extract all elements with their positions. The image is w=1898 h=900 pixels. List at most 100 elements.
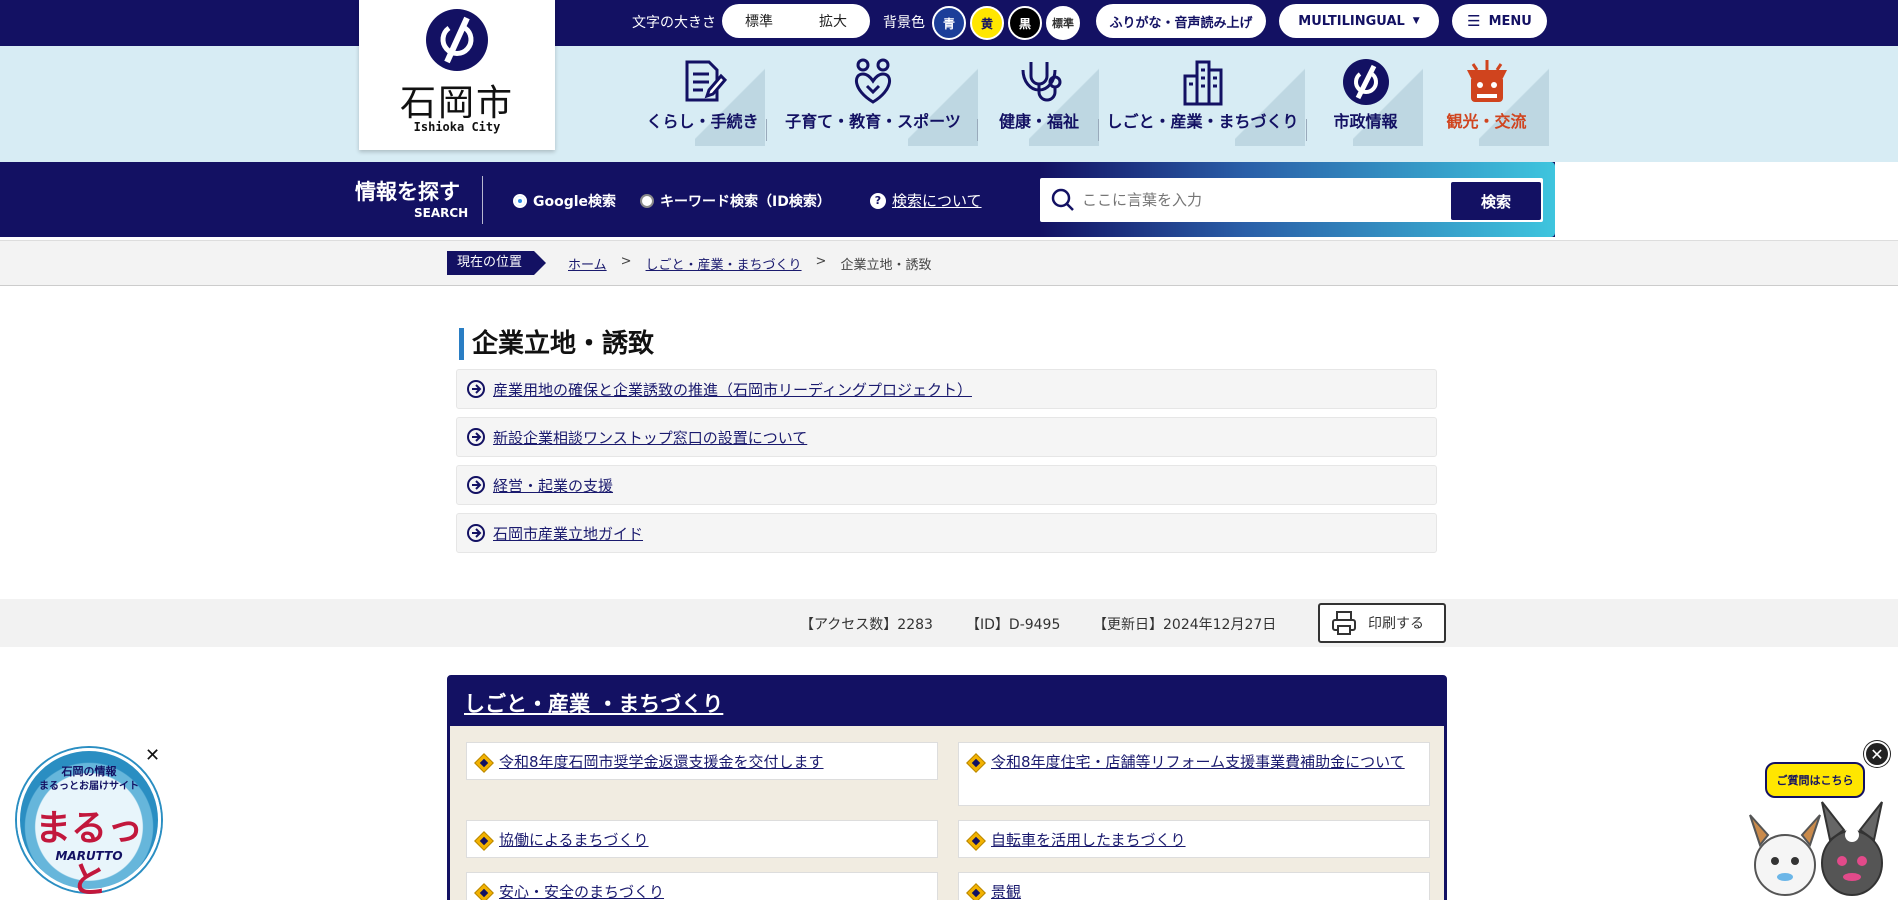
category-item: 安心・安全のまちづくり xyxy=(466,872,938,900)
page-link[interactable]: 産業用地の確保と企業誘致の推進（石岡市リーディングプロジェクト） xyxy=(493,379,972,400)
list-item: 新設企業相談ワンストップ窓口の設置について xyxy=(456,417,1437,457)
category-title-link[interactable]: しごと・産業 ・まちづくり xyxy=(464,692,723,716)
bg-color-yellow-button[interactable]: 黄 xyxy=(970,6,1004,40)
city-emblem-icon xyxy=(1342,59,1389,105)
caret-down-icon: ▼ xyxy=(1412,16,1420,26)
bg-color-standard-button[interactable]: 標準 xyxy=(1046,6,1080,40)
font-size-standard-button[interactable]: 標準 xyxy=(745,11,773,31)
print-label: 印刷する xyxy=(1368,616,1424,632)
arrow-circle-icon xyxy=(467,428,485,446)
diamond-bullet-icon xyxy=(474,883,494,900)
page-link[interactable]: 石岡市産業立地ガイド xyxy=(493,523,643,544)
link-list: 産業用地の確保と企業誘致の推進（石岡市リーディングプロジェクト） 新設企業相談ワ… xyxy=(456,369,1437,561)
bg-color-black-button[interactable]: 黒 xyxy=(1008,6,1042,40)
search-divider xyxy=(482,176,483,224)
radio-keyword-search[interactable]: キーワード検索（ID検索） xyxy=(640,191,831,211)
breadcrumb-band xyxy=(0,240,1898,286)
category-item: 協働によるまちづくり xyxy=(466,820,938,858)
search-title: 情報を探す xyxy=(355,180,460,204)
bg-color-blue-button[interactable]: 青 xyxy=(932,6,966,40)
breadcrumb-separator: > xyxy=(815,254,827,269)
category-link[interactable]: 協働によるまちづくり xyxy=(499,831,649,849)
nav-label: 子育て・教育・スポーツ xyxy=(785,112,961,131)
category-item: 令和8年度住宅・店舗等リフォーム支援事業費補助金について xyxy=(958,742,1430,806)
search-subtitle: SEARCH xyxy=(414,206,469,220)
category-item: 自転車を活用したまちづくり xyxy=(958,820,1430,858)
font-size-large-button[interactable]: 拡大 xyxy=(819,11,847,31)
logo-name: 石岡市 xyxy=(399,83,514,124)
font-size-switch: 標準 拡大 xyxy=(722,4,870,38)
page-title: 企業立地・誘致 xyxy=(459,328,654,360)
logo-name-en: Ishioka City xyxy=(413,120,501,134)
nav-divider xyxy=(1306,119,1307,141)
category-item: 令和8年度石岡市奨学金返還支援金を交付します xyxy=(466,742,938,780)
arrow-circle-icon xyxy=(467,380,485,398)
lion-mask-icon xyxy=(1466,60,1507,102)
page-id: 【ID】D-9495 xyxy=(966,617,1061,633)
nav-divider xyxy=(1098,119,1099,141)
mascot-characters-icon[interactable] xyxy=(1740,795,1895,900)
nav-item-kurashi[interactable]: くらし・手続き xyxy=(640,46,765,146)
diamond-bullet-icon xyxy=(966,831,986,851)
diamond-bullet-icon xyxy=(966,883,986,900)
category-item: 景観 xyxy=(958,872,1430,900)
arrow-circle-icon xyxy=(467,524,485,542)
nav-item-kenko[interactable]: 健康・福祉 xyxy=(979,46,1099,146)
nav-label: しごと・産業・まちづくり xyxy=(1106,112,1299,131)
diamond-bullet-icon xyxy=(966,753,986,773)
multilingual-button[interactable]: MULTILINGUAL ▼ xyxy=(1279,4,1439,38)
radio-checked-icon xyxy=(513,194,527,208)
list-item: 産業用地の確保と企業誘致の推進（石岡市リーディングプロジェクト） xyxy=(456,369,1437,409)
radio-google-search[interactable]: Google検索 xyxy=(513,191,616,211)
multilingual-label: MULTILINGUAL xyxy=(1298,13,1405,29)
furigana-button[interactable]: ふりがな・音声読み上げ xyxy=(1096,4,1266,38)
page-link[interactable]: 新設企業相談ワンストップ窓口の設置について xyxy=(493,427,807,448)
site-logo[interactable]: 石岡市 Ishioka City xyxy=(359,0,555,150)
category-link[interactable]: 景観 xyxy=(991,883,1021,900)
category-panel: しごと・産業 ・まちづくり 令和8年度石岡市奨学金返還支援金を交付します 令和8… xyxy=(447,675,1447,900)
nav-label: 健康・福祉 xyxy=(998,112,1079,131)
breadcrumb-here-label: 現在の位置 xyxy=(447,251,547,275)
category-link[interactable]: 自転車を活用したまちづくり xyxy=(991,831,1186,849)
question-icon: ? xyxy=(870,192,886,209)
category-header: しごと・産業 ・まちづくり xyxy=(450,678,1444,726)
nav-label: くらし・手続き xyxy=(646,112,759,131)
category-link[interactable]: 安心・安全のまちづくり xyxy=(499,883,664,900)
access-count: 【アクセス数】2283 xyxy=(800,617,933,633)
radio-keyword-label: キーワード検索（ID検索） xyxy=(660,194,831,210)
breadcrumb-separator: > xyxy=(620,254,632,269)
breadcrumb-category[interactable]: しごと・産業・まちづくり xyxy=(646,254,802,273)
updated-date: 【更新日】2024年12月27日 xyxy=(1093,617,1277,633)
marutto-site-banner[interactable]: 石岡の情報 まるっとお届けサイト まるっと MARUTTO xyxy=(17,748,161,900)
global-nav: くらし・手続き 子育て・教育・スポーツ 健康・福祉 しごと・産業・まちづくり 市… xyxy=(0,46,1898,162)
menu-label: MENU xyxy=(1488,13,1532,29)
search-button[interactable]: 検索 xyxy=(1451,182,1541,220)
category-link[interactable]: 令和8年度住宅・店舗等リフォーム支援事業費補助金について xyxy=(991,753,1405,771)
nav-item-kosodate[interactable]: 子育て・教育・スポーツ xyxy=(768,46,978,146)
category-link[interactable]: 令和8年度石岡市奨学金返還支援金を交付します xyxy=(499,753,824,771)
chat-button[interactable]: ご質問はこちら xyxy=(1765,762,1865,798)
breadcrumb-home[interactable]: ホーム xyxy=(568,254,607,273)
chat-close-icon[interactable]: ✕ xyxy=(1864,741,1890,767)
nav-item-shigoto[interactable]: しごと・産業・まちづくり xyxy=(1100,46,1305,146)
stethoscope-icon xyxy=(1021,62,1062,102)
search-input[interactable] xyxy=(1082,184,1432,216)
nav-label: 市政情報 xyxy=(1333,112,1398,131)
close-icon[interactable]: ✕ xyxy=(145,745,160,766)
page-link[interactable]: 経営・起業の支援 xyxy=(493,475,613,496)
search-icon xyxy=(1051,188,1074,211)
nav-item-kanko[interactable]: 観光・交流 xyxy=(1424,46,1549,146)
menu-button[interactable]: ☰ MENU xyxy=(1452,4,1547,38)
arrow-circle-icon xyxy=(467,476,485,494)
search-help-label: 検索について xyxy=(892,192,982,210)
family-heart-icon xyxy=(854,58,892,104)
print-button[interactable]: 印刷する xyxy=(1318,603,1446,643)
list-item: 経営・起業の支援 xyxy=(456,465,1437,505)
diamond-bullet-icon xyxy=(474,753,494,773)
nav-item-shisei[interactable]: 市政情報 xyxy=(1308,46,1423,146)
city-emblem-icon xyxy=(426,9,488,71)
search-help-link[interactable]: ? 検索について xyxy=(870,190,982,211)
nav-divider xyxy=(766,119,767,141)
nav-shade xyxy=(908,66,978,146)
hamburger-icon: ☰ xyxy=(1467,12,1481,30)
